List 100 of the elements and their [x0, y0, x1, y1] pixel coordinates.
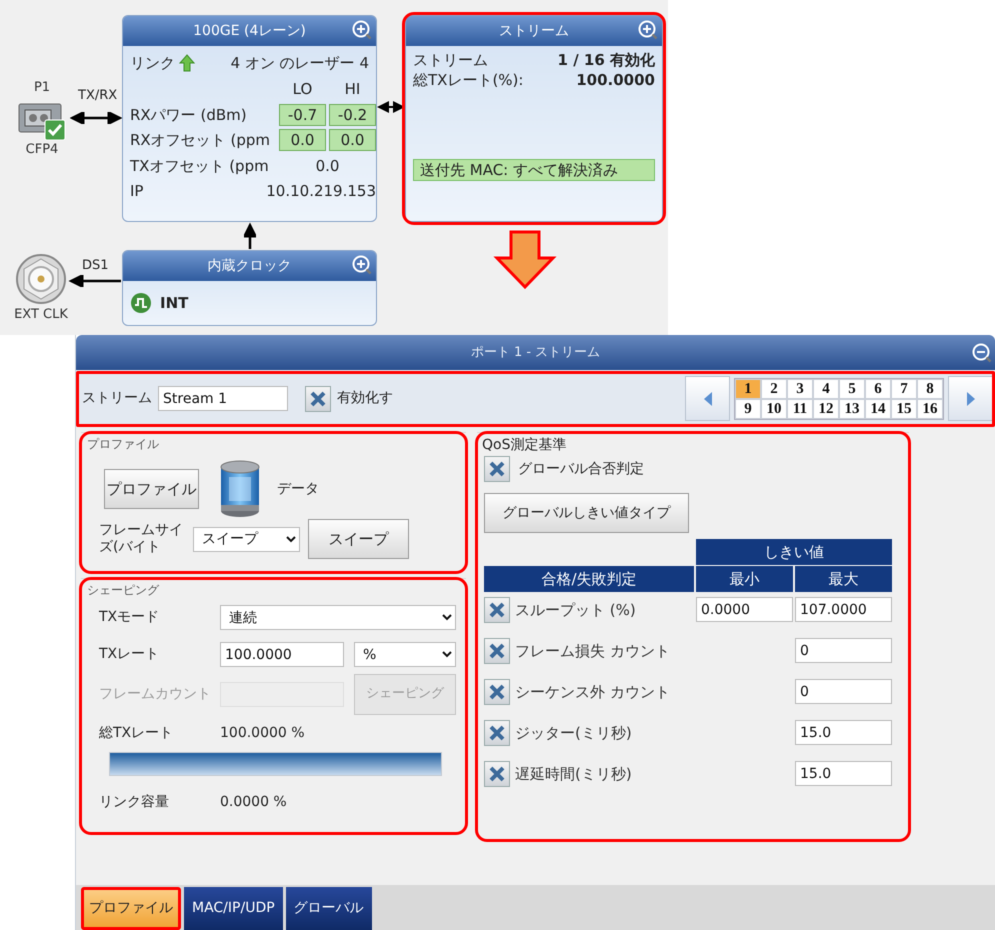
row-label: ジッター(ミリ秒) [515, 723, 632, 744]
zoom-in-icon[interactable] [351, 254, 373, 276]
tab[interactable]: MAC/IP/UDP [184, 887, 283, 930]
card-title: 100GE (4レーン) [193, 22, 306, 40]
double-arrow [377, 101, 405, 113]
tx-mode-select[interactable]: 連続 [220, 605, 456, 630]
group-title: シェーピング [87, 582, 160, 599]
cross-icon [488, 724, 506, 742]
connector-icon[interactable] [15, 253, 67, 305]
up-arrow-icon [179, 54, 195, 72]
clock-value: INT [160, 292, 188, 314]
column-header: 最大 [795, 566, 892, 592]
checkbox[interactable] [305, 386, 331, 412]
left-triangle-icon [702, 390, 712, 406]
page-button[interactable]: 12 [813, 398, 839, 418]
double-arrow [70, 112, 122, 124]
cross-icon [488, 683, 506, 701]
zoom-in-icon[interactable] [637, 19, 659, 41]
zoom-in-icon[interactable] [351, 19, 373, 41]
checkbox[interactable] [484, 720, 510, 746]
tx-rate-field[interactable]: 100.0000 [220, 642, 344, 667]
cross-icon [488, 765, 506, 783]
threshold-type-button[interactable]: グローバルしきい値タイプ [484, 493, 689, 533]
link-label: リンク [130, 52, 175, 74]
column-header: HI [344, 79, 362, 100]
row-label: 遅延時間(ミリ秒) [515, 764, 632, 785]
arrow [68, 275, 122, 287]
field-label: フレームカウント [99, 684, 212, 704]
sweep-button[interactable]: スイープ [308, 519, 409, 559]
page-button[interactable]: 9 [735, 398, 761, 418]
max-field[interactable]: 15.0 [795, 761, 892, 786]
connector-label: EXT CLK [14, 306, 68, 324]
unit-select[interactable]: % [354, 642, 456, 667]
max-field[interactable]: 0 [795, 679, 892, 704]
down-arrow [493, 230, 557, 290]
stream-name-field[interactable]: Stream 1 [158, 386, 288, 411]
page-button[interactable]: 8 [917, 378, 943, 398]
max-field[interactable]: 0 [795, 638, 892, 663]
row-label: RXパワー (dBm) [130, 104, 248, 126]
row-label: スループット (%) [515, 600, 636, 621]
laser-status: 4 オン のレーザー 4 [230, 52, 369, 74]
status-banner: 送付先 MAC: すべて解決済み [413, 159, 655, 181]
table-header: しきい値 [696, 539, 892, 565]
checkbox[interactable] [484, 638, 510, 664]
tab[interactable]: プロファイル [81, 887, 181, 930]
card-title: ストリーム [499, 22, 569, 40]
checkbox[interactable] [484, 456, 510, 482]
frame-size-select[interactable]: スイープ [193, 526, 300, 552]
min-field[interactable]: 0.0000 [696, 597, 793, 622]
zoom-out-icon[interactable] [971, 342, 993, 364]
value-text: 1 / 16 有効化 [558, 50, 655, 70]
page-button[interactable]: 4 [813, 378, 839, 398]
panel-title: ポート 1 - ストリーム [470, 344, 600, 362]
page-button[interactable]: 3 [787, 378, 813, 398]
max-field[interactable]: 107.0000 [795, 597, 892, 622]
tab[interactable]: グローバル [286, 887, 372, 930]
row-label: TXオフセット (ppm [130, 156, 270, 176]
port-label: P1 [34, 79, 50, 97]
profile-button[interactable]: プロファイル [104, 469, 199, 509]
value-cell: -0.7 [279, 104, 326, 126]
value-cell: -0.2 [329, 104, 376, 126]
card-title: 内蔵クロック [208, 256, 292, 276]
row-label: ストリーム [413, 50, 488, 70]
group-title: プロファイル [87, 436, 160, 453]
row-label: シーケンス外 カウント [515, 682, 670, 703]
field-label: リンク容量 [99, 793, 170, 812]
field-label: TXモード [99, 608, 160, 627]
checkbox[interactable] [484, 761, 510, 787]
page-button[interactable]: 1 [735, 378, 761, 398]
checkbox-label: 有効化す [337, 389, 393, 408]
row-label: IP [130, 181, 144, 202]
page-button[interactable]: 6 [865, 378, 891, 398]
value-text: 100.0000 [576, 70, 655, 90]
page-button[interactable]: 7 [891, 378, 917, 398]
checkbox[interactable] [484, 597, 510, 623]
rate-value: 100.0000 % [220, 724, 305, 743]
page-button[interactable]: 10 [761, 398, 787, 418]
cross-icon [488, 642, 506, 660]
cross-icon [488, 601, 506, 619]
page-button[interactable]: 16 [917, 398, 943, 418]
page-button[interactable]: 2 [761, 378, 787, 398]
checkbox-label: グローバル合否判定 [518, 460, 644, 478]
page-button[interactable]: 13 [839, 398, 865, 418]
column-header: LO [292, 79, 314, 100]
row-label: 総TXレート(%): [413, 70, 524, 90]
page-button[interactable]: 11 [787, 398, 813, 418]
link-label: DS1 [82, 257, 109, 275]
row-label: フレーム損失 カウント [515, 641, 670, 662]
field-label: ストリーム [82, 389, 152, 408]
page-button[interactable]: 14 [865, 398, 891, 418]
previous-button[interactable] [685, 376, 730, 421]
checkbox[interactable] [484, 679, 510, 705]
next-button[interactable] [948, 376, 993, 421]
page-button[interactable]: 15 [891, 398, 917, 418]
column-header: 合格/失敗判定 [484, 566, 694, 592]
capacity-value: 0.0000 % [220, 793, 287, 812]
value-cell: 0.0 [279, 129, 326, 152]
group-title: QoS測定基準 [482, 436, 568, 455]
max-field[interactable]: 15.0 [795, 720, 892, 745]
page-button[interactable]: 5 [839, 378, 865, 398]
